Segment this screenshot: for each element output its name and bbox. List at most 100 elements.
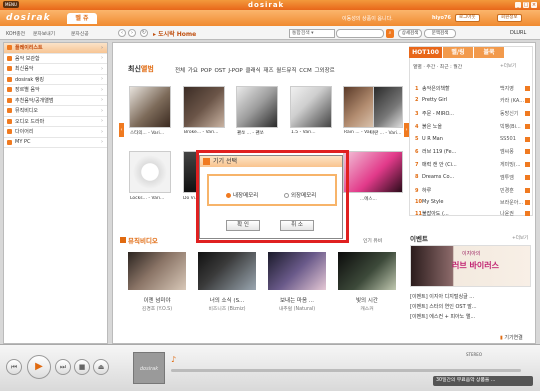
album-cover[interactable] [183, 151, 197, 193]
sidebar-item-genre[interactable]: 장르별 음악 › [4, 85, 107, 96]
search-input[interactable] [336, 29, 384, 38]
video-thumbnail[interactable] [268, 252, 326, 290]
chart-rank: 9 [415, 188, 419, 194]
brand-logo[interactable]: dosirak [6, 13, 51, 23]
toolbar-link-sms[interactable]: 문자신공 [71, 30, 89, 37]
video-title[interactable]: 이젠 넘미야 [125, 296, 189, 304]
toolbar-link-send-sms[interactable]: 문자보내기 [33, 30, 55, 37]
maximize-icon[interactable]: □ [523, 2, 529, 8]
video-title[interactable]: 빛의 시간 [335, 296, 399, 304]
next-icon[interactable]: ⏭ [55, 359, 71, 375]
ok-button[interactable]: 확 인 [226, 220, 260, 231]
close-icon[interactable]: × [531, 2, 537, 8]
back-icon[interactable]: ‹ [118, 29, 126, 37]
add-icon[interactable] [525, 175, 530, 180]
chart-more-link[interactable]: +더보기 [500, 63, 516, 69]
chart-rank: 7 [415, 162, 419, 168]
menu-button[interactable]: MENU [3, 1, 19, 8]
chart-row[interactable]: 1 송악은의책할 백지영 [415, 85, 531, 93]
detail-search-button[interactable]: 상세검색 [398, 29, 422, 38]
video-title[interactable]: 보내는 마음 ... [265, 296, 329, 304]
carousel-prev-icon[interactable]: ‹ [119, 123, 124, 137]
chart-row[interactable]: 3 주문 - MIRO... 동방신기 [415, 110, 531, 118]
chart-row[interactable]: 5U R Man SS501 [415, 136, 531, 144]
album-cover[interactable] [236, 86, 278, 128]
add-icon[interactable] [525, 86, 530, 91]
sidebar-item-musicvideo[interactable]: 뮤직비디오 › [4, 106, 107, 117]
add-icon[interactable] [525, 211, 530, 216]
progress-bar[interactable] [171, 369, 521, 372]
refresh-icon[interactable]: ↻ [140, 29, 148, 37]
context-search-button[interactable]: 문맥검색 [424, 29, 456, 38]
add-icon[interactable] [525, 149, 530, 154]
forward-icon[interactable]: › [128, 29, 136, 37]
event-more-link[interactable]: +더보기 [512, 235, 528, 241]
tab-blog[interactable]: 블쿡 [474, 47, 504, 58]
play-icon[interactable]: ▶ [27, 355, 51, 379]
chart-row[interactable]: 11불잡아도 (... 나윤권 [415, 210, 531, 218]
previous-icon[interactable]: ⏮ [6, 359, 22, 375]
album-cover[interactable] [129, 151, 171, 193]
toolbar-link-charge[interactable]: KOH충전 [6, 30, 25, 37]
sidebar-item-ranking[interactable]: dosirak 랭킹 › [4, 75, 107, 85]
search-icon[interactable]: ⌕ [386, 29, 394, 38]
chart-row[interactable]: 7 매력 캔 안 (Ci... 게미밍(... [415, 161, 531, 169]
video-thumbnail[interactable] [338, 252, 396, 290]
add-icon[interactable] [525, 98, 530, 103]
member-info-button[interactable]: 회원정보 [497, 14, 522, 22]
tab-bell-ring[interactable]: 벨/링 [443, 47, 473, 58]
genre-filter[interactable]: 전체 가요 POP OST J-POP 클래식 재즈 월드뮤직 CCM 그외장르 [175, 66, 335, 74]
chart-row[interactable]: 8 Dreams Co... 엠투엠 [415, 174, 531, 182]
video-title[interactable]: 너의 소식 (S... [195, 296, 259, 304]
album-caption: 스타의... - Vari... [130, 131, 165, 136]
chart-row[interactable]: 10My Style 브라운아... [415, 199, 531, 207]
dlurl-link[interactable]: DLURL [510, 30, 526, 36]
add-icon[interactable] [525, 162, 530, 167]
tab-hot100[interactable]: HOT100 [409, 47, 442, 58]
chart-row[interactable]: 4 붉은 노을 빅뱅(Bi... [415, 123, 531, 131]
album-cover[interactable] [343, 151, 403, 193]
music-video-sort[interactable]: 인기 유비 [363, 237, 382, 244]
search-scope-select[interactable]: 통합검색 ▾ [289, 29, 335, 38]
sidebar-item-diary[interactable]: 다이어리 › [4, 127, 107, 138]
video-thumbnail[interactable] [128, 252, 186, 290]
video-thumbnail[interactable] [198, 252, 256, 290]
add-icon[interactable] [525, 200, 530, 205]
promo-ticker[interactable]: 30일간의 무료음악 상품을 ... [433, 376, 533, 386]
sidebar-item-my-pc[interactable]: MY PC › [4, 138, 107, 148]
radio-internal-memory[interactable]: 내장메모리 [226, 191, 258, 199]
chart-rank: 8 [415, 174, 419, 180]
stop-icon[interactable]: ■ [74, 359, 90, 375]
add-icon[interactable] [525, 188, 530, 193]
logout-button[interactable]: 로그아웃 [455, 14, 480, 22]
minimize-icon[interactable]: _ [515, 2, 521, 8]
chart-row[interactable]: 9 하루 민경훈 [415, 187, 531, 195]
sidebar-item-recommend[interactable]: 추천음악/공개앨범 › [4, 96, 107, 106]
now-playing-cover[interactable]: dosirak [133, 352, 165, 384]
folder-icon [7, 55, 12, 61]
event-item[interactable]: [이벤트] 이지아 디지털싱글 ... [410, 293, 474, 300]
chart-row[interactable]: 6 러브 119 (Fe... 엠씨몽 [415, 148, 531, 156]
add-icon[interactable] [525, 124, 530, 129]
add-icon[interactable] [525, 137, 530, 142]
cancel-button[interactable]: 취 소 [280, 220, 314, 231]
album-cover[interactable] [183, 86, 225, 128]
sidebar-item-playlist[interactable]: 플레이리스트 › [4, 43, 107, 54]
album-cover[interactable] [129, 86, 171, 128]
radio-external-memory[interactable]: 외장메모리 [284, 191, 316, 199]
eject-icon[interactable]: ⏏ [93, 359, 109, 375]
chart-row[interactable]: 2 Pretty Girl 카라 (KA... [415, 97, 531, 105]
add-icon[interactable] [525, 111, 530, 116]
chart-rank: 4 [415, 124, 419, 130]
sidebar-item-latest[interactable]: 최신음악 › [4, 64, 107, 75]
event-item[interactable]: [이벤트] 에스컨 + 피아노 앨... [410, 313, 475, 320]
album-cover[interactable] [290, 86, 332, 128]
event-item[interactable]: [이벤트] 스타의 연인 OST 발... [410, 303, 477, 310]
album-cover[interactable] [373, 86, 403, 128]
device-connect-link[interactable]: ▮ 기기연결 [500, 334, 523, 341]
tab-bell[interactable]: 벨 쥬 [67, 13, 97, 24]
radio-label: 외장메모리 [291, 193, 317, 199]
sidebar-item-audio-drama[interactable]: 오디오 드라마 › [4, 117, 107, 127]
sidebar-item-music-box[interactable]: 음악 보관함 › [4, 54, 107, 64]
chart-period[interactable]: 열별 · 주간 · 최근 : 월간 [413, 63, 462, 70]
